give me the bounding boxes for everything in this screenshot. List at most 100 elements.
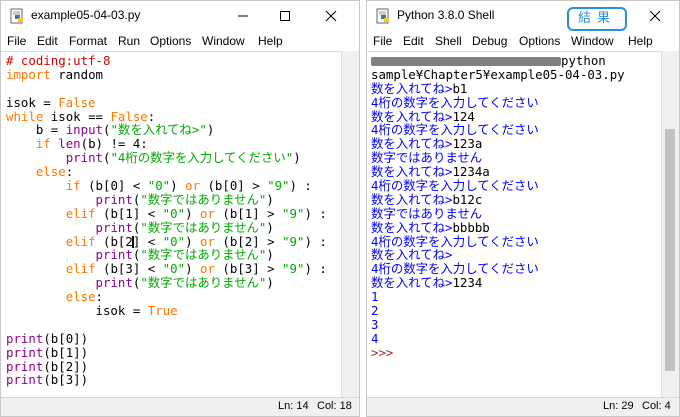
minimize-icon — [238, 15, 248, 17]
code-token: isok = — [6, 94, 59, 110]
editor-title: example05-04-03.py — [31, 8, 141, 22]
code-token: 数字ではありません — [371, 205, 483, 221]
shell-line: 数を入れてね>1234 — [371, 276, 625, 290]
editor-maximize-button[interactable] — [265, 1, 305, 31]
shell-menu-window[interactable]: Window — [571, 34, 614, 48]
editor-scrollbar[interactable] — [341, 51, 359, 398]
shell-line: 1 — [371, 290, 625, 304]
code-token: "数字ではありません" — [140, 275, 267, 291]
shell-menu-debug[interactable]: Debug — [472, 34, 507, 48]
code-line: # coding:utf-8 — [6, 54, 327, 68]
code-token: 数を入れてね> — [371, 108, 453, 124]
code-token: len — [58, 136, 81, 152]
shell-titlebar[interactable]: Python 3.8.0 Shell — [367, 1, 679, 31]
code-token: (b[2 — [95, 233, 133, 249]
code-token: print — [95, 219, 133, 235]
code-token: 4桁の数字を入力してください — [371, 261, 539, 277]
code-token: (b[3]) — [43, 372, 89, 388]
shell-menu-edit[interactable]: Edit — [403, 34, 424, 48]
code-token: if — [35, 136, 51, 152]
code-token: "0" — [162, 205, 186, 221]
code-token: : — [65, 164, 74, 180]
code-line: print("数字ではありません") — [6, 219, 327, 235]
code-token: "数を入れてね>" — [110, 122, 207, 138]
editor-menu-run[interactable]: Run — [118, 34, 140, 48]
code-token: print — [95, 191, 133, 207]
code-line: import random — [6, 67, 327, 82]
code-token: 数字ではありません — [371, 150, 483, 166]
code-token: or — [199, 205, 215, 221]
code-line: elif (b[1] < "0") or (b[1] > "9") : — [6, 205, 327, 221]
code-token: (b[3] < — [95, 261, 163, 277]
shell-text-area[interactable]: python sample¥Chapter5¥example05-04-03.py… — [367, 51, 662, 398]
editor-status-col: Col: 18 — [317, 400, 352, 412]
code-token: elif — [65, 205, 96, 221]
code-token: : — [147, 108, 156, 124]
editor-menu-options[interactable]: Options — [150, 34, 191, 48]
shell-menu-help[interactable]: Help — [628, 34, 653, 48]
code-token: 123a — [452, 136, 483, 152]
python-idle-icon — [10, 8, 23, 24]
code-token: print — [65, 150, 103, 166]
code-token: "数字ではありません" — [140, 219, 267, 235]
code-token: (b[1] < — [95, 205, 163, 221]
shell-close-button[interactable] — [635, 1, 675, 31]
editor-code: # coding:utf-8 import random isok = False… — [6, 54, 327, 387]
code-token: 1 — [371, 289, 379, 305]
editor-menu-edit[interactable]: Edit — [37, 34, 58, 48]
code-token: (b[2]) — [43, 358, 89, 374]
shell-scrollbar[interactable] — [661, 51, 679, 398]
code-token: ) — [185, 205, 200, 221]
code-token: print — [6, 344, 44, 360]
editor-menu-window[interactable]: Window — [202, 34, 245, 48]
shell-line: >>> — [371, 345, 625, 360]
code-token: 124 — [452, 108, 475, 124]
code-token: "9" — [282, 205, 305, 221]
code-token: else — [65, 289, 96, 305]
code-token: (b[1] > — [214, 205, 283, 221]
code-token: 数を入れてね> — [371, 136, 453, 152]
code-line: if (b[0] < "0") or (b[0] > "9") : — [6, 179, 327, 193]
code-line: elif (b[3] < "0") or (b[3] > "9") : — [6, 262, 327, 276]
code-line: print("4桁の数字を入力してください") — [6, 151, 327, 165]
editor-statusbar: Ln: 14 Col: 18 — [1, 397, 359, 416]
code-token: 数を入れてね> — [371, 164, 453, 180]
shell-line: 数を入れてね>123a — [371, 137, 625, 151]
shell-status-col: Col: 4 — [642, 400, 671, 412]
shell-menu-file[interactable]: File — [373, 34, 392, 48]
shell-line: 数を入れてね>bbbbb — [371, 220, 625, 235]
code-token: 3 — [371, 316, 379, 332]
code-token: or — [185, 178, 200, 194]
editor-menu-file[interactable]: File — [7, 34, 26, 48]
code-line: while isok == False: — [6, 108, 327, 124]
code-token: print — [6, 358, 44, 374]
shell-menu-shell[interactable]: Shell — [435, 34, 462, 48]
shell-menu-options[interactable]: Options — [519, 34, 560, 48]
code-token: print — [95, 275, 133, 291]
editor-minimize-button[interactable] — [223, 1, 263, 31]
editor-titlebar[interactable]: example05-04-03.py — [1, 1, 359, 31]
editor-menu-format[interactable]: Format — [69, 34, 107, 48]
code-token: elif — [65, 233, 96, 249]
editor-close-button[interactable] — [311, 1, 351, 31]
editor-menu-help[interactable]: Help — [258, 34, 283, 48]
shell-line: 3 — [371, 316, 625, 332]
code-token: elif — [65, 261, 96, 277]
code-token: True — [147, 303, 178, 319]
code-token: "9" — [282, 261, 305, 277]
code-token: ) : — [304, 205, 327, 221]
shell-line: 数を入れてね> — [371, 248, 625, 262]
code-token: ) — [266, 191, 274, 207]
shell-scroll-thumb[interactable] — [665, 129, 675, 371]
shell-output: python sample¥Chapter5¥example05-04-03.py… — [371, 54, 625, 360]
code-token: input — [65, 122, 103, 138]
editor-text-area[interactable]: # coding:utf-8 import random isok = False… — [1, 51, 342, 398]
code-token: "9" — [282, 233, 305, 249]
